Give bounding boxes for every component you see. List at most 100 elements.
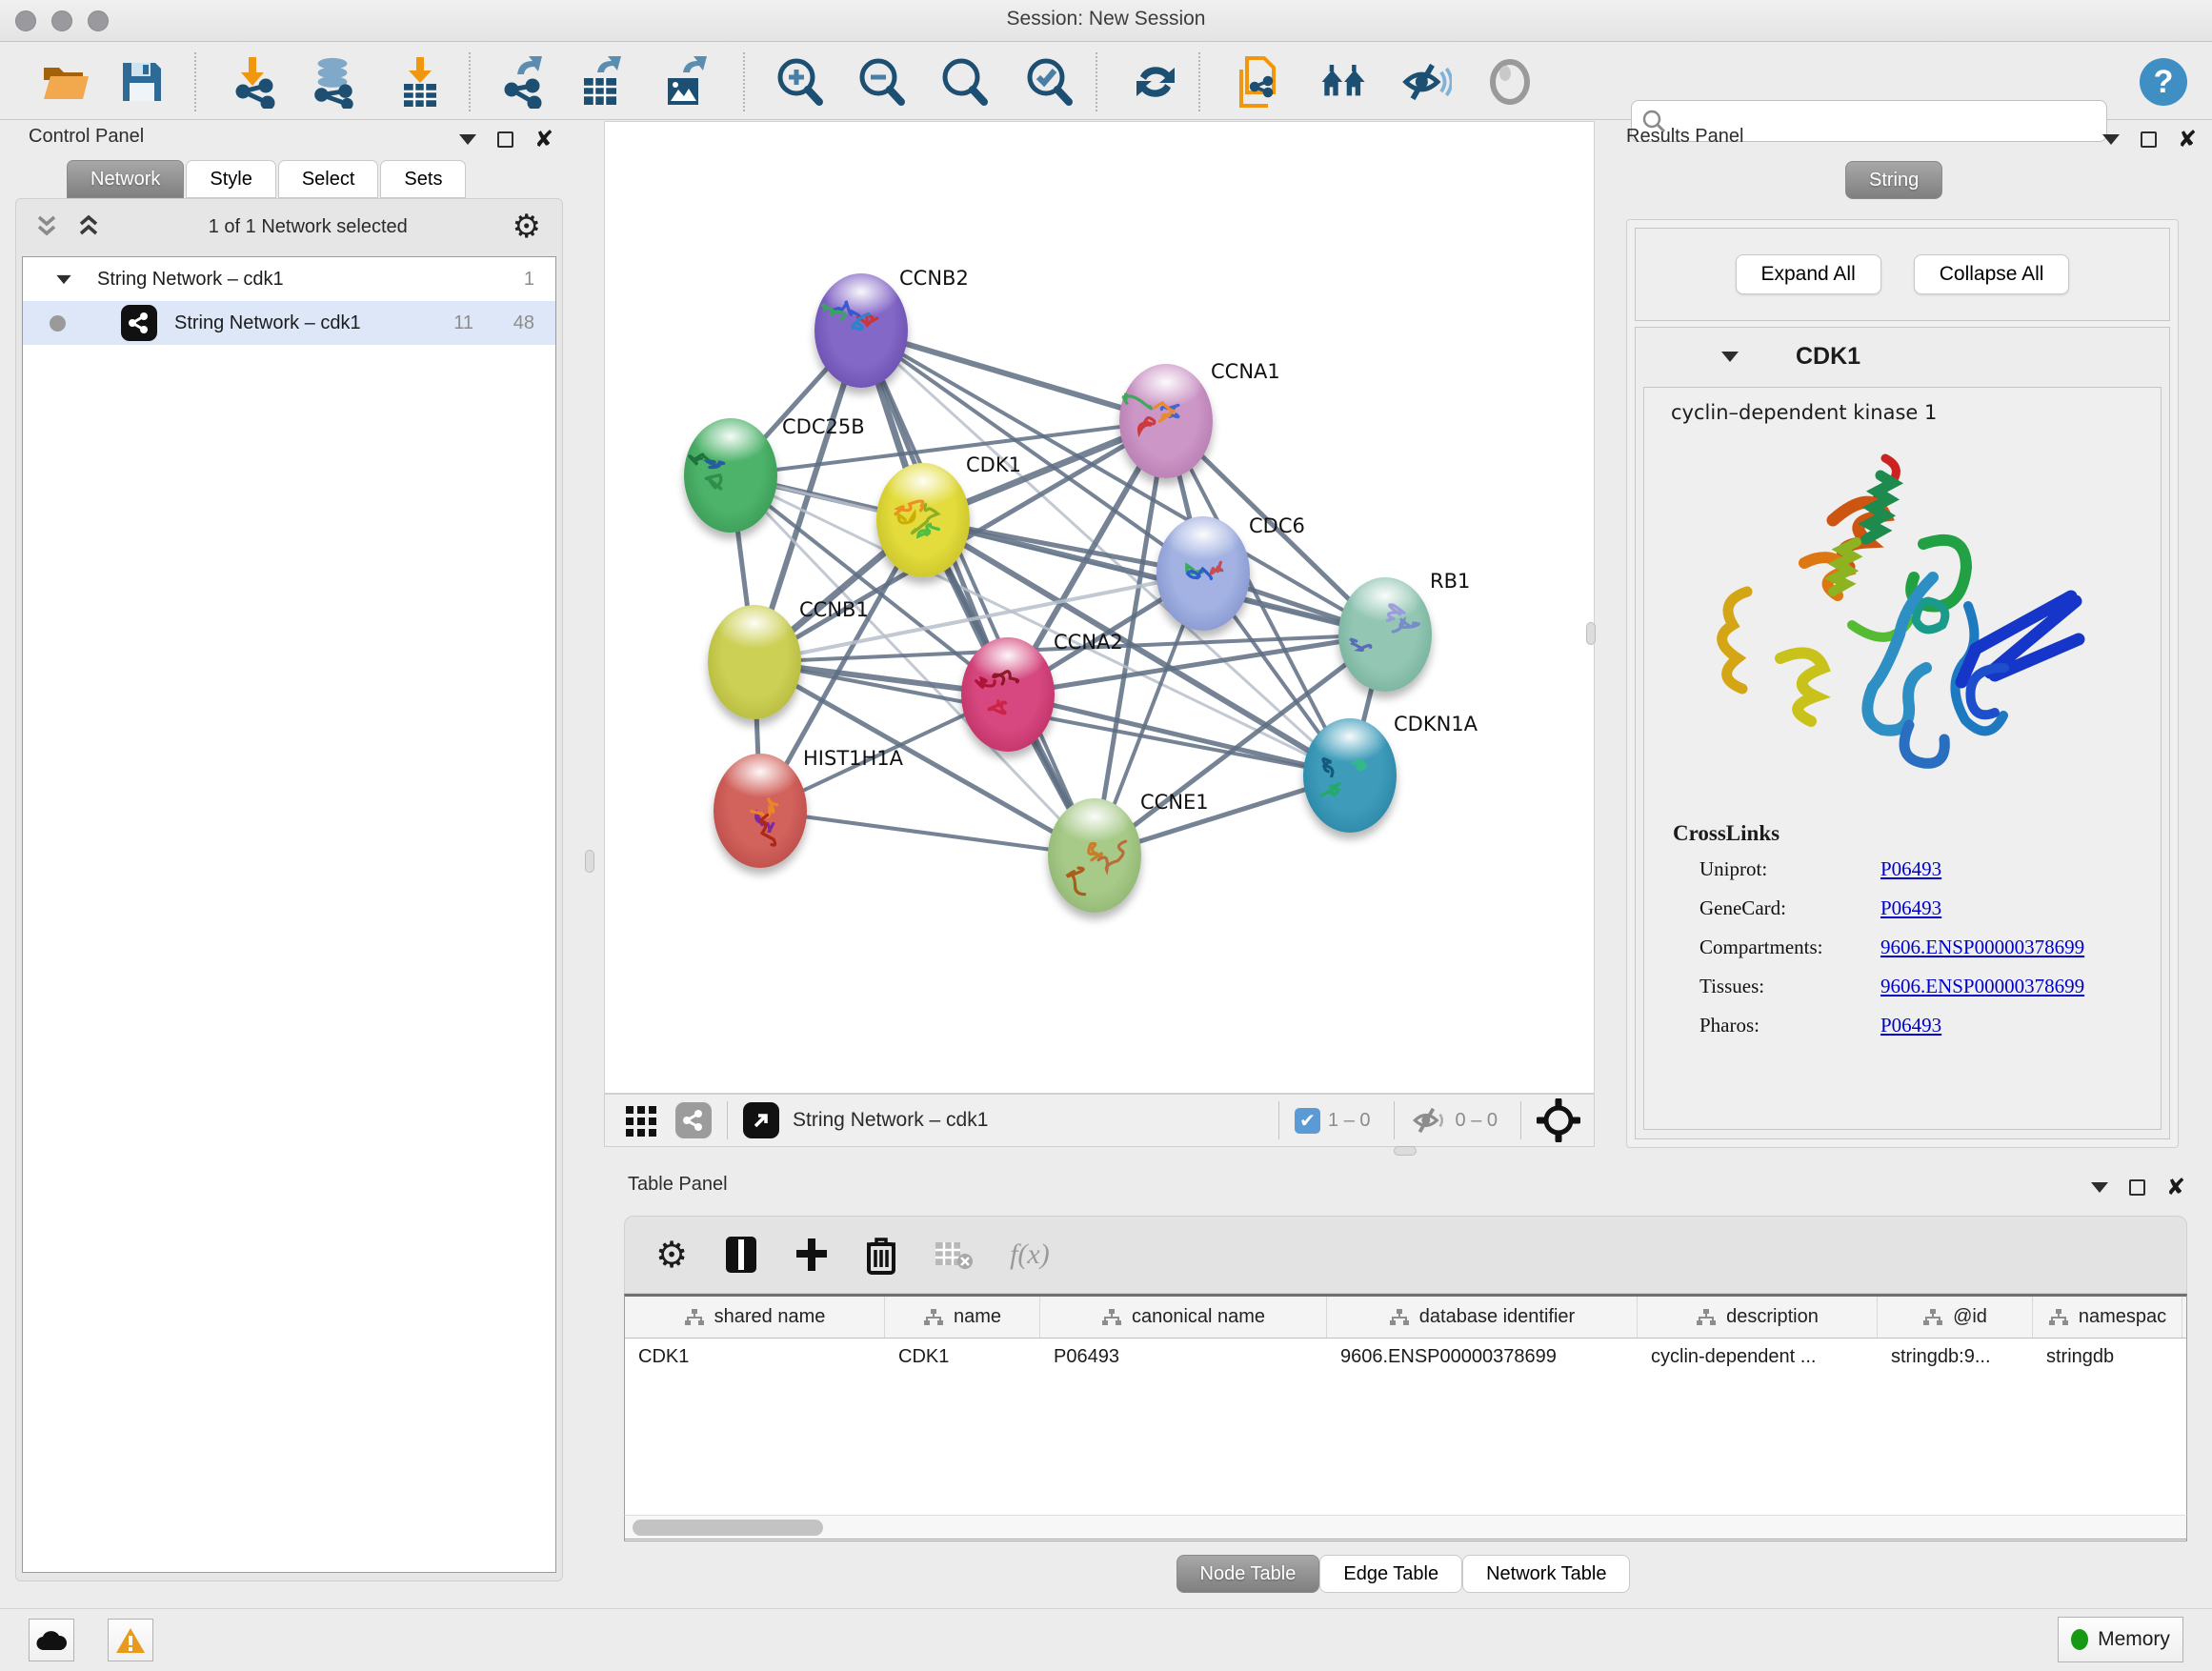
node-CDC6[interactable] bbox=[1156, 516, 1250, 631]
table-cell[interactable]: stringdb:9... bbox=[1878, 1339, 2033, 1379]
table-cell[interactable]: 9606.ENSP00000378699 bbox=[1327, 1339, 1638, 1379]
collection-expand-caret[interactable] bbox=[56, 274, 70, 283]
network-row[interactable]: String Network – cdk1 11 48 bbox=[23, 301, 555, 345]
crosslink-value-link[interactable]: P06493 bbox=[1880, 896, 1941, 920]
bottom-splitter-handle[interactable] bbox=[1394, 1146, 1417, 1156]
cloud-services-button[interactable] bbox=[29, 1619, 74, 1661]
tab-style[interactable]: Style bbox=[186, 160, 275, 198]
node-CCNB2[interactable] bbox=[814, 273, 908, 388]
tab-string[interactable]: String bbox=[1845, 161, 1942, 199]
table-cell[interactable]: CDK1 bbox=[885, 1339, 1040, 1379]
node-table-header-row: shared namenamecanonical namedatabase id… bbox=[625, 1297, 2186, 1339]
import-network-from-database-button[interactable] bbox=[307, 56, 358, 108]
node-CCNA2[interactable] bbox=[961, 637, 1055, 752]
column-header-shared-name[interactable]: shared name bbox=[625, 1297, 885, 1338]
show-all-button[interactable] bbox=[1484, 56, 1536, 108]
results-panel-float-icon[interactable] bbox=[2141, 131, 2157, 148]
expand-all-button[interactable]: Expand All bbox=[1736, 254, 1881, 294]
column-header-database-identifier[interactable]: database identifier bbox=[1327, 1297, 1638, 1338]
tab-network-table[interactable]: Network Table bbox=[1462, 1555, 1630, 1593]
scrollbar-thumb[interactable] bbox=[633, 1520, 823, 1536]
table-cell[interactable]: cyclin-dependent ... bbox=[1638, 1339, 1878, 1379]
table-cell[interactable]: CDK1 bbox=[625, 1339, 885, 1379]
network-collection-row[interactable]: String Network – cdk1 1 bbox=[23, 257, 555, 301]
table-horizontal-scrollbar[interactable] bbox=[624, 1515, 2187, 1540]
node-CCNA1[interactable] bbox=[1119, 364, 1213, 478]
node-RB1[interactable] bbox=[1338, 577, 1432, 692]
protein-thumbnail bbox=[708, 605, 801, 719]
table-panel-float-icon[interactable] bbox=[2129, 1179, 2145, 1196]
control-panel-menu-caret[interactable] bbox=[459, 134, 476, 145]
table-panel-menu-caret[interactable] bbox=[2091, 1182, 2108, 1193]
node-CDK1[interactable] bbox=[876, 463, 970, 577]
column-header-name[interactable]: name bbox=[885, 1297, 1040, 1338]
left-splitter-handle[interactable] bbox=[585, 850, 594, 873]
network-options-gear-icon[interactable]: ⚙ bbox=[513, 208, 541, 246]
right-splitter-handle[interactable] bbox=[1586, 622, 1596, 645]
birdseye-grid-icon[interactable] bbox=[624, 1102, 660, 1138]
crosslink-label: Uniprot: bbox=[1699, 857, 1880, 881]
save-session-button[interactable] bbox=[116, 56, 168, 108]
column-header-canonical-name[interactable]: canonical name bbox=[1040, 1297, 1327, 1338]
column-header--id[interactable]: @id bbox=[1878, 1297, 2033, 1338]
clone-network-button[interactable] bbox=[1233, 56, 1284, 108]
node-CCNE1[interactable] bbox=[1048, 798, 1141, 913]
zoom-fit-button[interactable] bbox=[938, 56, 990, 108]
table-row[interactable]: CDK1CDK1P064939606.ENSP00000378699cyclin… bbox=[625, 1339, 2186, 1379]
export-network-button[interactable] bbox=[499, 56, 551, 108]
tab-network[interactable]: Network bbox=[67, 160, 184, 198]
warnings-button[interactable] bbox=[108, 1619, 153, 1661]
tab-sets[interactable]: Sets bbox=[380, 160, 466, 198]
first-neighbors-button[interactable] bbox=[1318, 56, 1370, 108]
crosslink-value-link[interactable]: 9606.ENSP00000378699 bbox=[1880, 975, 2084, 998]
control-panel-close-icon[interactable]: ✘ bbox=[534, 131, 553, 148]
crosslink-value-link[interactable]: 9606.ENSP00000378699 bbox=[1880, 936, 2084, 959]
show-columns-icon[interactable] bbox=[724, 1235, 758, 1275]
node-CCNB1[interactable] bbox=[708, 605, 801, 719]
column-type-icon bbox=[1101, 1308, 1122, 1327]
node-CDC25B[interactable] bbox=[684, 418, 777, 533]
results-panel-close-icon[interactable]: ✘ bbox=[2178, 131, 2197, 148]
results-panel-menu-caret[interactable] bbox=[2102, 134, 2120, 145]
network-share-icon[interactable] bbox=[675, 1102, 712, 1138]
goto-network-icon[interactable] bbox=[743, 1102, 779, 1138]
delete-column-icon[interactable] bbox=[865, 1235, 897, 1275]
import-table-button[interactable] bbox=[394, 56, 446, 108]
selected-checkbox-icon[interactable]: ✔ bbox=[1295, 1108, 1320, 1134]
help-button[interactable]: ? bbox=[2138, 56, 2189, 108]
expand-all-icon[interactable] bbox=[75, 214, 104, 239]
export-table-button[interactable] bbox=[577, 56, 629, 108]
table-cell[interactable]: stringdb bbox=[2033, 1339, 2182, 1379]
column-header-namespac[interactable]: namespac bbox=[2033, 1297, 2182, 1338]
crosslink-value-link[interactable]: P06493 bbox=[1880, 857, 1941, 881]
tab-node-table[interactable]: Node Table bbox=[1176, 1555, 1320, 1593]
zoom-selected-button[interactable] bbox=[1023, 56, 1075, 108]
export-image-button[interactable] bbox=[661, 56, 713, 108]
import-network-button[interactable] bbox=[229, 56, 280, 108]
zoom-out-button[interactable] bbox=[855, 56, 907, 108]
hide-selected-button[interactable] bbox=[1400, 56, 1452, 108]
tab-select[interactable]: Select bbox=[278, 160, 379, 198]
table-options-gear-icon[interactable]: ⚙ bbox=[655, 1234, 688, 1277]
network-view[interactable]: CCNB2CCNA1CDC25BCDK1CDC6RB1CCNB1CCNA2CDK… bbox=[604, 121, 1595, 1094]
collapse-all-button[interactable]: Collapse All bbox=[1914, 254, 2070, 294]
control-panel-float-icon[interactable] bbox=[497, 131, 513, 148]
node-result-collapse-caret[interactable] bbox=[1721, 352, 1739, 362]
node-HIST1H1A[interactable] bbox=[714, 754, 807, 868]
node-CDKN1A[interactable] bbox=[1303, 718, 1397, 833]
results-panel-title: Results Panel bbox=[1626, 126, 1743, 148]
tab-edge-table[interactable]: Edge Table bbox=[1319, 1555, 1462, 1593]
add-column-icon[interactable] bbox=[794, 1237, 829, 1273]
memory-button[interactable]: Memory bbox=[2058, 1617, 2183, 1662]
open-session-button[interactable] bbox=[40, 56, 91, 108]
crosslink-value-link[interactable]: P06493 bbox=[1880, 1014, 1941, 1037]
network-canvas[interactable]: CCNB2CCNA1CDC25BCDK1CDC6RB1CCNB1CCNA2CDK… bbox=[605, 122, 1590, 1089]
column-header-description[interactable]: description bbox=[1638, 1297, 1878, 1338]
table-cell[interactable]: P06493 bbox=[1040, 1339, 1327, 1379]
apply-layout-button[interactable] bbox=[1130, 56, 1181, 108]
table-panel-close-icon[interactable]: ✘ bbox=[2166, 1179, 2185, 1196]
zoom-in-button[interactable] bbox=[774, 56, 825, 108]
delete-table-icon bbox=[934, 1238, 974, 1271]
navigator-crosshair-icon[interactable] bbox=[1537, 1098, 1580, 1142]
collapse-all-icon[interactable] bbox=[33, 214, 62, 239]
